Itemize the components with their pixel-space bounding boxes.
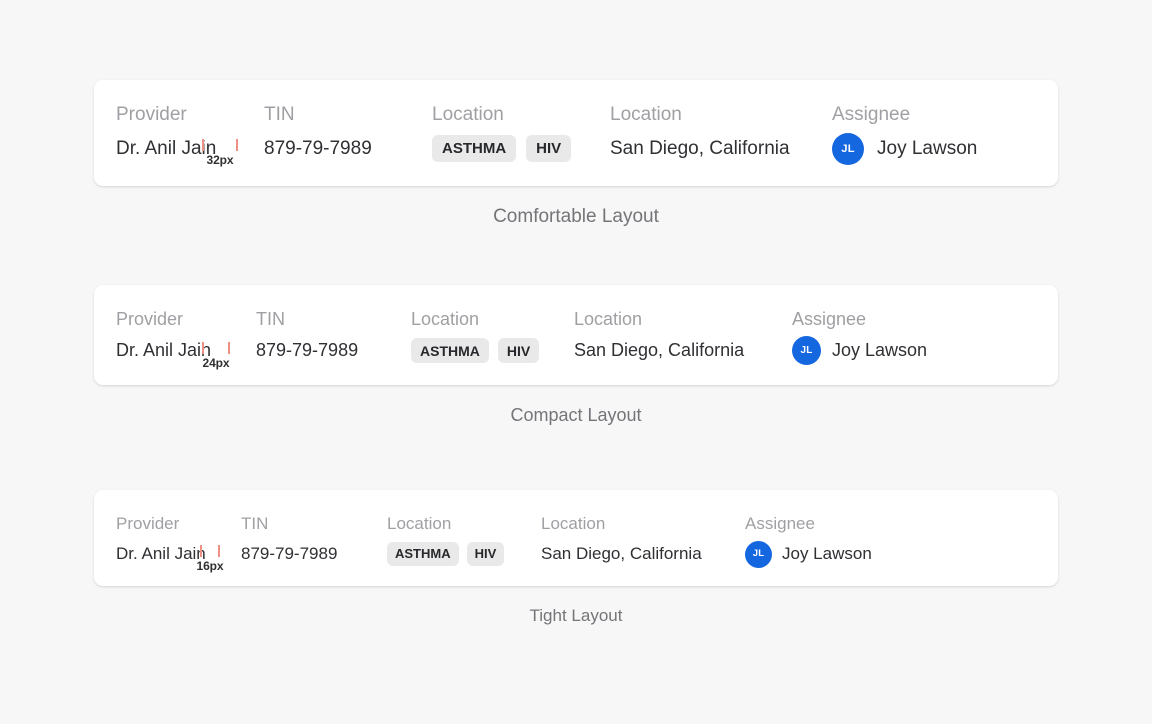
tin-value: 879-79-7989 xyxy=(264,137,372,159)
condition-tag-list: ASTHMA HIV xyxy=(411,338,574,364)
variant-caption: Comfortable Layout xyxy=(493,206,659,227)
assignee-name: Joy Lawson xyxy=(877,137,978,159)
column-tin: TIN 879-79-7989 xyxy=(241,514,387,567)
tin-value: 879-79-7989 xyxy=(256,340,359,361)
column-label-location: Location xyxy=(610,104,682,125)
record-card[interactable]: Provider Dr. Anil Jain TIN 879-79-7989 L… xyxy=(94,285,1058,385)
column-conditions: Location ASTHMA HIV xyxy=(432,104,610,163)
column-assignee: Assignee JL Joy Lawson xyxy=(792,309,928,366)
layout-variant-comfortable: Provider Dr. Anil Jain TIN 879-79-7989 L… xyxy=(94,80,1058,227)
record-card[interactable]: Provider Dr. Anil Jain TIN 879-79-7989 L… xyxy=(94,80,1058,186)
column-provider: Provider Dr. Anil Jain xyxy=(116,104,264,163)
layout-variant-compact: Provider Dr. Anil Jain TIN 879-79-7989 L… xyxy=(94,285,1058,425)
provider-value: Dr. Anil Jain xyxy=(116,544,206,564)
column-label-assignee: Assignee xyxy=(792,309,867,329)
column-label-assignee: Assignee xyxy=(745,514,815,533)
column-label-assignee: Assignee xyxy=(832,104,911,125)
column-label-provider: Provider xyxy=(116,104,187,125)
variant-caption: Tight Layout xyxy=(529,606,623,625)
condition-tag[interactable]: HIV xyxy=(526,135,572,163)
column-label-tin: TIN xyxy=(264,104,295,125)
location-value: San Diego, California xyxy=(541,544,702,564)
assignee-name: Joy Lawson xyxy=(832,340,928,361)
column-provider: Provider Dr. Anil Jain xyxy=(116,309,256,364)
tin-value: 879-79-7989 xyxy=(241,544,338,564)
condition-tag[interactable]: HIV xyxy=(497,338,540,364)
column-label-conditions: Location xyxy=(432,104,504,125)
column-location: Location San Diego, California xyxy=(610,104,832,163)
column-label-location: Location xyxy=(541,514,606,533)
column-label-tin: TIN xyxy=(256,309,285,329)
assignee-value: JL Joy Lawson xyxy=(745,540,872,568)
assignee-name: Joy Lawson xyxy=(782,544,872,564)
avatar[interactable]: JL xyxy=(745,540,772,568)
condition-tag-list: ASTHMA HIV xyxy=(387,542,541,567)
column-location: Location San Diego, California xyxy=(574,309,792,364)
column-conditions: Location ASTHMA HIV xyxy=(411,309,574,364)
column-tin: TIN 879-79-7989 xyxy=(256,309,411,364)
column-tin: TIN 879-79-7989 xyxy=(264,104,432,163)
column-assignee: Assignee JL Joy Lawson xyxy=(745,514,872,568)
avatar[interactable]: JL xyxy=(832,132,864,165)
column-label-location: Location xyxy=(574,309,643,329)
condition-tag[interactable]: ASTHMA xyxy=(411,338,489,364)
column-label-provider: Provider xyxy=(116,309,184,329)
column-label-tin: TIN xyxy=(241,514,269,533)
condition-tag[interactable]: ASTHMA xyxy=(432,135,517,163)
provider-value: Dr. Anil Jain xyxy=(116,137,217,159)
condition-tag[interactable]: ASTHMA xyxy=(387,542,459,567)
condition-tag[interactable]: HIV xyxy=(466,542,505,567)
variant-caption: Compact Layout xyxy=(510,405,642,425)
column-provider: Provider Dr. Anil Jain xyxy=(116,514,241,567)
provider-value: Dr. Anil Jain xyxy=(116,340,212,361)
column-assignee: Assignee JL Joy Lawson xyxy=(832,104,978,165)
layout-density-comparison: Provider Dr. Anil Jain TIN 879-79-7989 L… xyxy=(0,0,1152,724)
record-card[interactable]: Provider Dr. Anil Jain TIN 879-79-7989 L… xyxy=(94,490,1058,586)
column-location: Location San Diego, California xyxy=(541,514,745,567)
location-value: San Diego, California xyxy=(610,137,790,159)
assignee-value: JL Joy Lawson xyxy=(832,132,978,165)
column-label-conditions: Location xyxy=(387,514,452,533)
column-conditions: Location ASTHMA HIV xyxy=(387,514,541,567)
condition-tag-list: ASTHMA HIV xyxy=(432,135,610,163)
column-label-provider: Provider xyxy=(116,514,180,533)
assignee-value: JL Joy Lawson xyxy=(792,336,928,366)
avatar[interactable]: JL xyxy=(792,336,821,366)
column-label-conditions: Location xyxy=(411,309,480,329)
location-value: San Diego, California xyxy=(574,340,745,361)
layout-variant-tight: Provider Dr. Anil Jain TIN 879-79-7989 L… xyxy=(94,490,1058,625)
